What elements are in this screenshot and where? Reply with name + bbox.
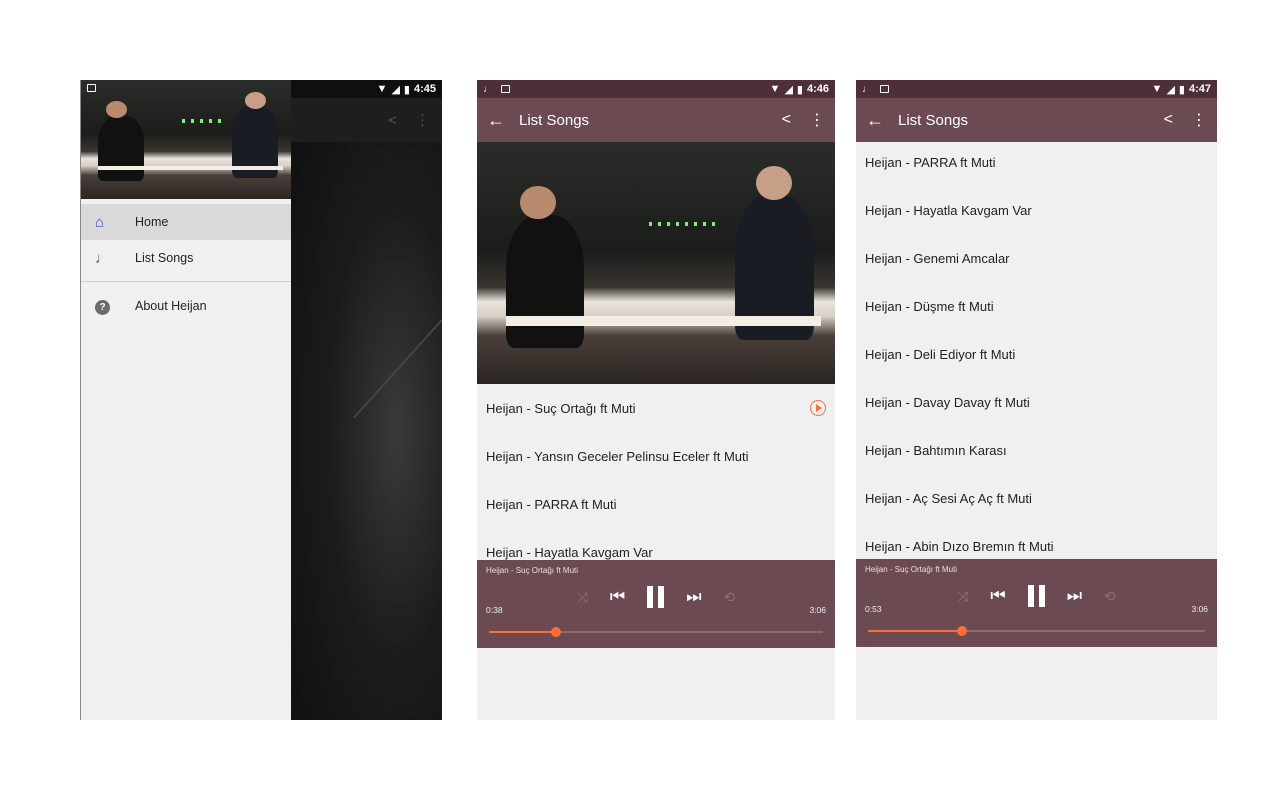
song-title: Heijan - Düşme ft Muti	[865, 298, 994, 314]
menu-item-list-songs[interactable]: ♩ List Songs	[81, 240, 291, 276]
pause-icon[interactable]	[647, 586, 665, 608]
help-icon: ?	[95, 300, 110, 315]
list-item[interactable]: Heijan - Hayatla Kavgam Var	[856, 186, 1217, 234]
song-title: Heijan - Hayatla Kavgam Var	[486, 544, 653, 560]
now-playing-title: Heijan - Suç Ortağı ft Muti	[865, 565, 958, 574]
header-photo	[477, 142, 835, 384]
back-arrow-icon[interactable]: ←	[866, 110, 898, 131]
menu-item-label: List Songs	[135, 251, 194, 265]
app-toolbar: ← List Songs < ⋮	[856, 98, 1217, 142]
menu-item-label: About Heijan	[135, 299, 207, 313]
dimmed-toolbar: < ⋮	[291, 98, 442, 142]
wifi-icon: ▼	[1151, 83, 1163, 95]
phone-screen-list: ♩ ▼ ◢ ▮ 4:47 ← List Songs < ⋮ Heijan - P…	[856, 80, 1217, 720]
song-title: Heijan - Abin Dızo Bremın ft Muti	[865, 538, 1054, 554]
seek-bar[interactable]	[868, 626, 1205, 636]
seek-handle[interactable]	[957, 626, 968, 636]
song-title: Heijan - Genemi Amcalar	[865, 250, 1010, 266]
back-arrow-icon[interactable]: ←	[487, 110, 519, 131]
list-item[interactable]: Heijan - Yansın Geceler Pelinsu Eceler f…	[477, 432, 835, 480]
leaf-texture	[353, 223, 442, 419]
list-item[interactable]: Heijan - Deli Ediyor ft Muti	[856, 330, 1217, 378]
menu-divider	[81, 281, 291, 282]
next-icon[interactable]: ⏭	[1067, 586, 1082, 606]
status-bar: ♩ ▼ ◢ ▮ 4:47	[856, 80, 1217, 98]
dimmed-background[interactable]: ▼ ◢ ▮ 4:45 < ⋮	[291, 80, 442, 720]
music-note-icon: ♩	[95, 249, 110, 267]
phone-screen-list-photo: ♩ ▼ ◢ ▮ 4:46 ← List Songs < ⋮ Heijan - S…	[477, 80, 835, 720]
song-list: Heijan - PARRA ft Muti Heijan - Hayatla …	[856, 138, 1217, 570]
phone-screen-drawer: ▼ ◢ ▮ 4:45 < ⋮ ⌂ Home ♩ List Songs ? Abo…	[80, 80, 442, 720]
seek-bar[interactable]	[489, 627, 823, 637]
music-player: Heijan - Suç Ortağı ft Muti 0:38 3:06 ⤨ …	[477, 560, 835, 648]
music-player: Heijan - Suç Ortağı ft Muti 0:53 3:06 ⤨ …	[856, 559, 1217, 647]
play-circle-icon[interactable]	[810, 400, 826, 416]
now-playing-title: Heijan - Suç Ortağı ft Muti	[486, 566, 579, 575]
song-title: Heijan - Aç Sesi Aç Aç ft Muti	[865, 490, 1032, 506]
song-title: Heijan - PARRA ft Muti	[865, 154, 996, 170]
wifi-icon: ▼	[376, 83, 388, 95]
more-vert-icon[interactable]: ⋮	[1191, 110, 1207, 130]
list-item[interactable]: Heijan - Genemi Amcalar	[856, 234, 1217, 282]
song-title: Heijan - Deli Ediyor ft Muti	[865, 346, 1016, 362]
menu-item-about[interactable]: ? About Heijan	[81, 288, 291, 324]
song-title: Heijan - Suç Ortağı ft Muti	[486, 400, 636, 416]
share-icon[interactable]: <	[782, 111, 791, 129]
pause-icon[interactable]	[1027, 585, 1045, 607]
more-vert-icon[interactable]: ⋮	[809, 110, 825, 130]
music-note-icon: ♩	[483, 83, 493, 95]
share-icon[interactable]: <	[1164, 111, 1173, 129]
wifi-icon: ▼	[769, 83, 781, 95]
home-icon: ⌂	[95, 213, 105, 231]
music-note-icon: ♩	[862, 83, 872, 95]
status-time: 4:47	[1188, 83, 1211, 95]
list-item[interactable]: Heijan - Suç Ortağı ft Muti	[477, 384, 835, 432]
list-item[interactable]: Heijan - PARRA ft Muti	[856, 138, 1217, 186]
battery-icon: ▮	[796, 83, 803, 96]
menu-item-home[interactable]: ⌂ Home	[81, 204, 291, 240]
previous-icon[interactable]: ⏮	[610, 587, 625, 607]
share-icon: <	[388, 111, 397, 129]
shuffle-icon[interactable]: ⤨	[577, 589, 588, 606]
song-title: Heijan - Bahtımın Karası	[865, 442, 1007, 458]
navigation-drawer: ⌂ Home ♩ List Songs ? About Heijan	[81, 80, 291, 720]
notification-icon	[501, 85, 510, 93]
song-title: Heijan - Davay Davay ft Muti	[865, 394, 1030, 410]
status-bar: ▼ ◢ ▮ 4:45	[291, 80, 442, 98]
repeat-icon[interactable]: ⟲	[1104, 588, 1116, 605]
notification-icon	[880, 85, 889, 93]
drawer-header-photo	[81, 80, 291, 199]
more-vert-icon: ⋮	[415, 112, 430, 129]
song-title: Heijan - PARRA ft Muti	[486, 496, 617, 512]
list-item[interactable]: Heijan - Aç Sesi Aç Aç ft Muti	[856, 474, 1217, 522]
status-time: 4:45	[413, 83, 436, 95]
song-title: Heijan - Yansın Geceler Pelinsu Eceler f…	[486, 448, 749, 464]
previous-icon[interactable]: ⏮	[990, 586, 1005, 606]
app-toolbar: ← List Songs < ⋮	[477, 98, 835, 142]
status-bar: ♩ ▼ ◢ ▮ 4:46	[477, 80, 835, 98]
song-list: Heijan - Suç Ortağı ft Muti Heijan - Yan…	[477, 384, 835, 576]
shuffle-icon[interactable]: ⤨	[957, 588, 968, 605]
repeat-icon[interactable]: ⟲	[724, 589, 736, 606]
list-item[interactable]: Heijan - PARRA ft Muti	[477, 480, 835, 528]
battery-icon: ▮	[403, 83, 410, 96]
notification-icon	[87, 84, 96, 92]
seek-handle[interactable]	[550, 627, 561, 637]
signal-icon: ◢	[1166, 83, 1175, 96]
list-item[interactable]: Heijan - Bahtımın Karası	[856, 426, 1217, 474]
list-item[interactable]: Heijan - Davay Davay ft Muti	[856, 378, 1217, 426]
status-time: 4:46	[806, 83, 829, 95]
page-title: List Songs	[898, 111, 969, 129]
next-icon[interactable]: ⏭	[686, 587, 701, 607]
signal-icon: ◢	[784, 83, 793, 96]
signal-icon: ◢	[391, 83, 400, 96]
battery-icon: ▮	[1178, 83, 1185, 96]
list-item[interactable]: Heijan - Düşme ft Muti	[856, 282, 1217, 330]
page-title: List Songs	[519, 111, 590, 129]
song-title: Heijan - Hayatla Kavgam Var	[865, 202, 1032, 218]
menu-item-label: Home	[135, 215, 169, 229]
